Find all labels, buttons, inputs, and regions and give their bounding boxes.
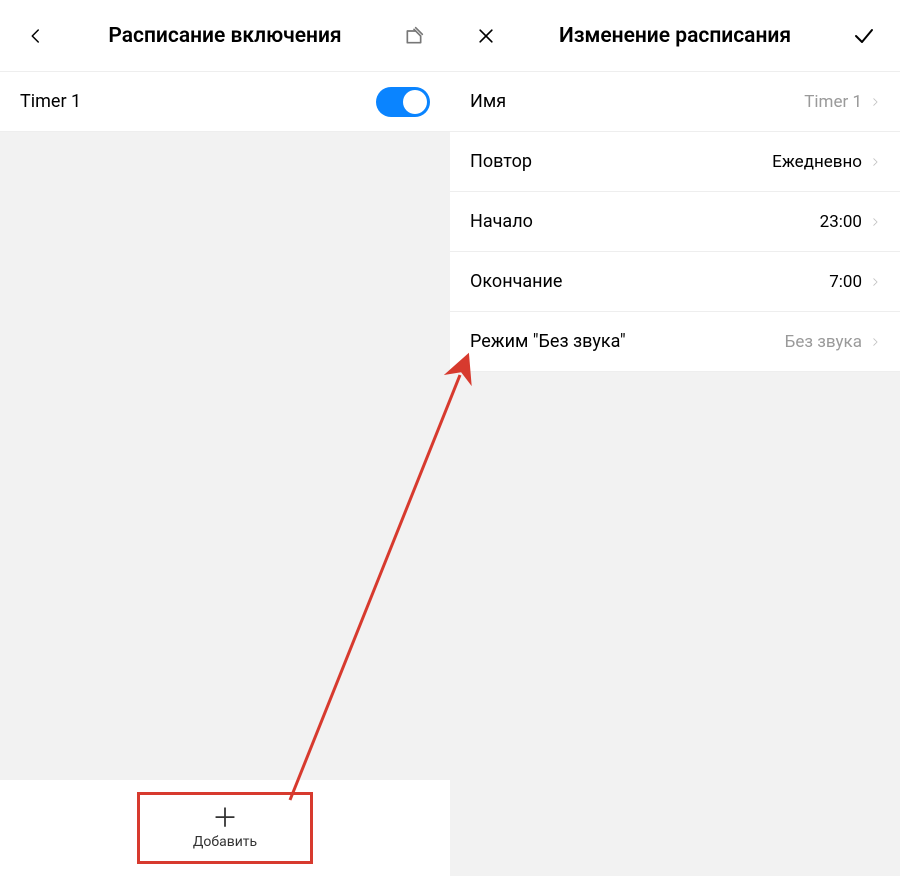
start-label: Начало — [470, 211, 820, 232]
end-label: Окончание — [470, 271, 829, 292]
chevron-right-icon — [870, 334, 880, 350]
confirm-icon[interactable] — [846, 18, 882, 54]
timer-row[interactable]: Timer 1 — [0, 72, 450, 132]
silent-label: Режим "Без звука" — [470, 331, 785, 352]
edit-icon[interactable] — [396, 18, 432, 54]
plus-icon: ＋ — [212, 806, 238, 832]
back-icon[interactable] — [18, 18, 54, 54]
end-value: 7:00 — [829, 272, 862, 292]
repeat-row[interactable]: Повтор Ежедневно — [450, 132, 900, 192]
left-footer: ＋ Добавить — [0, 780, 450, 876]
chevron-right-icon — [870, 214, 880, 230]
left-title: Расписание включения — [54, 24, 396, 48]
start-value: 23:00 — [820, 212, 862, 232]
end-row[interactable]: Окончание 7:00 — [450, 252, 900, 312]
add-button-label: Добавить — [193, 834, 257, 850]
left-empty-area — [0, 132, 450, 780]
chevron-right-icon — [870, 274, 880, 290]
timer-row-label: Timer 1 — [20, 91, 376, 112]
right-empty-area — [450, 372, 900, 876]
name-label: Имя — [470, 91, 804, 112]
name-value: Timer 1 — [804, 92, 862, 112]
repeat-label: Повтор — [470, 151, 772, 172]
right-title: Изменение расписания — [504, 24, 846, 48]
right-header: Изменение расписания — [450, 0, 900, 72]
start-row[interactable]: Начало 23:00 — [450, 192, 900, 252]
silent-value: Без звука — [785, 332, 862, 352]
schedule-list-screen: Расписание включения Timer 1 ＋ — [0, 0, 450, 876]
left-header: Расписание включения — [0, 0, 450, 72]
chevron-right-icon — [870, 154, 880, 170]
repeat-value: Ежедневно — [772, 152, 862, 172]
name-row[interactable]: Имя Timer 1 — [450, 72, 900, 132]
silent-row[interactable]: Режим "Без звука" Без звука — [450, 312, 900, 372]
edit-list: Имя Timer 1 Повтор Ежедневно Начало 23:0… — [450, 72, 900, 372]
close-icon[interactable] — [468, 18, 504, 54]
timer-list: Timer 1 — [0, 72, 450, 132]
toggle-knob — [403, 90, 427, 114]
schedule-edit-screen: Изменение расписания Имя Timer 1 Повтор … — [450, 0, 900, 876]
timer-toggle[interactable] — [376, 87, 430, 117]
add-button[interactable]: ＋ Добавить — [137, 792, 313, 864]
chevron-right-icon — [870, 94, 880, 110]
